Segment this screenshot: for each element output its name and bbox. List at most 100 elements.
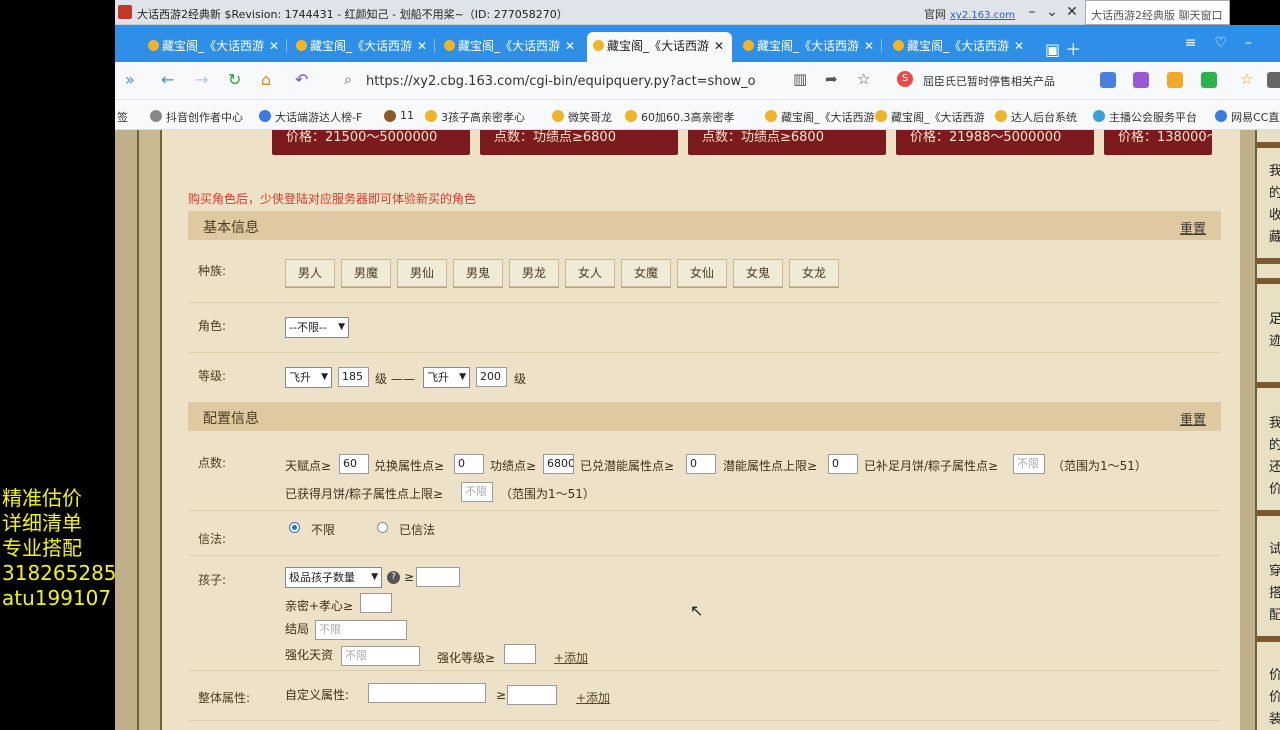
tab-close-icon[interactable]: ✕ bbox=[714, 32, 724, 60]
tab-overview-icon[interactable]: ▣ ＋ bbox=[1045, 36, 1081, 60]
bookmark-item[interactable]: 抖音创作者中心 bbox=[150, 109, 243, 125]
side-panel-char[interactable]: 价 bbox=[1269, 478, 1280, 497]
boost-level-input[interactable] bbox=[504, 644, 536, 664]
faith-believed-radio[interactable] bbox=[377, 522, 388, 533]
bookmark-item[interactable]: 网易CC直 bbox=[1215, 109, 1279, 125]
tab-close-icon[interactable]: ✕ bbox=[417, 32, 427, 60]
custom-attr-value-input[interactable] bbox=[507, 685, 557, 705]
tab-close-icon[interactable]: ✕ bbox=[269, 32, 279, 60]
intimacy-input[interactable] bbox=[360, 593, 392, 613]
mooncake-cap-input[interactable]: 不限 bbox=[461, 482, 493, 502]
minimize-icon[interactable]: – bbox=[1023, 3, 1041, 21]
race-button[interactable]: 女仙 bbox=[677, 259, 727, 287]
side-panel-char[interactable]: 我 bbox=[1269, 160, 1280, 179]
back-icon[interactable]: ← bbox=[161, 70, 174, 89]
level-to-type-select[interactable]: 飞升 ▼ bbox=[423, 367, 470, 388]
url-text[interactable]: https://xy2.cbg.163.com/cgi-bin/equipque… bbox=[366, 74, 756, 89]
tab-close-icon[interactable]: ✕ bbox=[864, 32, 874, 60]
race-button[interactable]: 男人 bbox=[285, 259, 335, 287]
faith-any-radio[interactable] bbox=[289, 522, 300, 533]
help-icon[interactable]: ? bbox=[387, 571, 400, 584]
bookmark-item[interactable]: 微笑哥龙 bbox=[552, 109, 612, 125]
side-panel-char[interactable]: 我 bbox=[1269, 412, 1280, 431]
race-button[interactable]: 男鬼 bbox=[453, 259, 503, 287]
bookmark-item[interactable]: 藏宝阁_《大话西游 bbox=[875, 109, 985, 125]
race-button[interactable]: 女鬼 bbox=[733, 259, 783, 287]
undo-close-icon[interactable]: ↶ bbox=[295, 70, 308, 89]
extension-grid-icon[interactable] bbox=[1267, 72, 1280, 88]
race-button[interactable]: 男龙 bbox=[509, 259, 559, 287]
reader-mode-icon[interactable]: ▥ bbox=[793, 70, 807, 88]
level-to-input[interactable]: 200 bbox=[476, 367, 507, 387]
favorites-icon[interactable]: ☆ bbox=[1240, 70, 1253, 88]
chat-window[interactable]: 大话西游2经典版 聊天窗口 bbox=[1085, 0, 1230, 25]
saved-search-price[interactable]: 价格：138000～ bbox=[1104, 130, 1212, 155]
home-icon[interactable]: ⌂ bbox=[261, 70, 271, 89]
extension-doc-icon[interactable] bbox=[1167, 72, 1183, 88]
saved-search-points[interactable]: 点数：功绩点≥6800 bbox=[688, 130, 886, 155]
forward-icon[interactable]: → bbox=[195, 70, 208, 89]
extension-refresh-icon[interactable] bbox=[1201, 72, 1217, 88]
side-panel-char[interactable]: 的 bbox=[1269, 434, 1280, 453]
side-panel-char[interactable]: 的 bbox=[1269, 182, 1280, 201]
side-panel-char[interactable]: 足 bbox=[1269, 308, 1280, 327]
role-select[interactable]: --不限-- ▼ bbox=[285, 317, 349, 338]
merit-input[interactable]: 6800 bbox=[543, 454, 574, 474]
side-panel-char[interactable]: 装 bbox=[1269, 708, 1280, 727]
favorite-star-icon[interactable]: ☆ bbox=[857, 70, 870, 88]
race-button[interactable]: 男仙 bbox=[397, 259, 447, 287]
side-panel-char[interactable]: 价 bbox=[1269, 664, 1280, 683]
official-link[interactable]: xy2.163.com bbox=[950, 10, 1015, 21]
reset-basic-button[interactable]: 重置 bbox=[1180, 218, 1206, 237]
level-from-input[interactable]: 185 bbox=[338, 367, 369, 387]
news-ticker[interactable]: 屈臣氏已暂时停售相关产品 bbox=[923, 73, 1063, 89]
bookmark-item[interactable]: 主播公会服务平台 bbox=[1093, 109, 1197, 125]
side-panel-char[interactable]: 配 bbox=[1269, 604, 1280, 623]
bookmark-item[interactable]: 签 bbox=[117, 109, 128, 125]
talent-boost-input[interactable]: 不限 bbox=[341, 646, 420, 666]
exchange-input[interactable]: 0 bbox=[454, 454, 484, 474]
bookmark-item[interactable]: 60加60.3高亲密孝 bbox=[625, 109, 735, 125]
side-panel-char[interactable]: 穿 bbox=[1269, 560, 1280, 579]
custom-attr-input[interactable] bbox=[368, 683, 486, 703]
extension-translate-icon[interactable] bbox=[1100, 72, 1116, 88]
add-child-condition-link[interactable]: +添加 bbox=[554, 649, 588, 666]
race-button[interactable]: 女人 bbox=[565, 259, 615, 287]
side-panel-char[interactable]: 试 bbox=[1269, 538, 1280, 557]
child-value-input[interactable] bbox=[416, 567, 460, 587]
browser-tab[interactable]: 藏宝阁_《大话西游 ✕ bbox=[438, 32, 583, 62]
bookmark-item[interactable]: 藏宝阁_《大话西游 bbox=[765, 109, 875, 125]
bookmark-item[interactable]: 大话端游达人榜-F bbox=[259, 109, 362, 125]
side-panel-char[interactable]: 搭 bbox=[1269, 582, 1280, 601]
mooncake-input[interactable]: 不限 bbox=[1013, 454, 1045, 474]
saved-search-price[interactable]: 价格：21500～5000000 bbox=[272, 130, 470, 155]
talent-input[interactable]: 60 bbox=[339, 454, 369, 474]
side-panel-char[interactable]: 迹 bbox=[1269, 330, 1280, 349]
side-panel-char[interactable]: 价 bbox=[1269, 686, 1280, 705]
browser-tab[interactable]: 藏宝阁_《大话西游 ✕ bbox=[887, 32, 1032, 62]
extension-edit-icon[interactable] bbox=[1133, 72, 1149, 88]
ending-input[interactable]: 不限 bbox=[315, 620, 407, 640]
browser-tab-active[interactable]: 藏宝阁_《大话西游 ✕ bbox=[587, 32, 732, 62]
saved-search-points[interactable]: 点数：功绩点≥6800 bbox=[480, 130, 678, 155]
news-search-icon[interactable]: S bbox=[897, 71, 913, 87]
browser-menu-icons[interactable]: ≡♡– bbox=[1185, 35, 1270, 51]
bookmark-item[interactable]: 3孩子高亲密孝心 bbox=[425, 109, 525, 125]
bookmark-item[interactable]: 11 bbox=[384, 109, 414, 122]
saved-search-price[interactable]: 价格：21988～5000000 bbox=[896, 130, 1094, 155]
race-button[interactable]: 女龙 bbox=[789, 259, 839, 287]
bookmark-item[interactable]: 达人后台系统 bbox=[995, 109, 1077, 125]
browser-tab[interactable]: 藏宝阁_《大话西游 ✕ bbox=[142, 32, 287, 62]
potential-cap-input[interactable]: 0 bbox=[828, 454, 858, 474]
browser-tab[interactable]: 藏宝阁_《大话西游 ✕ bbox=[737, 32, 882, 62]
add-attr-condition-link[interactable]: +添加 bbox=[576, 689, 610, 706]
restore-icon[interactable]: ⌄ bbox=[1043, 3, 1061, 21]
potential-input[interactable]: 0 bbox=[686, 454, 716, 474]
race-button[interactable]: 女魔 bbox=[621, 259, 671, 287]
level-from-type-select[interactable]: 飞升 ▼ bbox=[285, 367, 332, 388]
side-panel-char[interactable]: 收 bbox=[1269, 204, 1280, 223]
tab-close-icon[interactable]: ✕ bbox=[1014, 32, 1024, 60]
share-icon[interactable]: ➦ bbox=[825, 70, 838, 88]
side-panel-char[interactable]: 藏 bbox=[1269, 226, 1280, 245]
child-attribute-select[interactable]: 极品孩子数量 ▼ bbox=[285, 567, 382, 588]
